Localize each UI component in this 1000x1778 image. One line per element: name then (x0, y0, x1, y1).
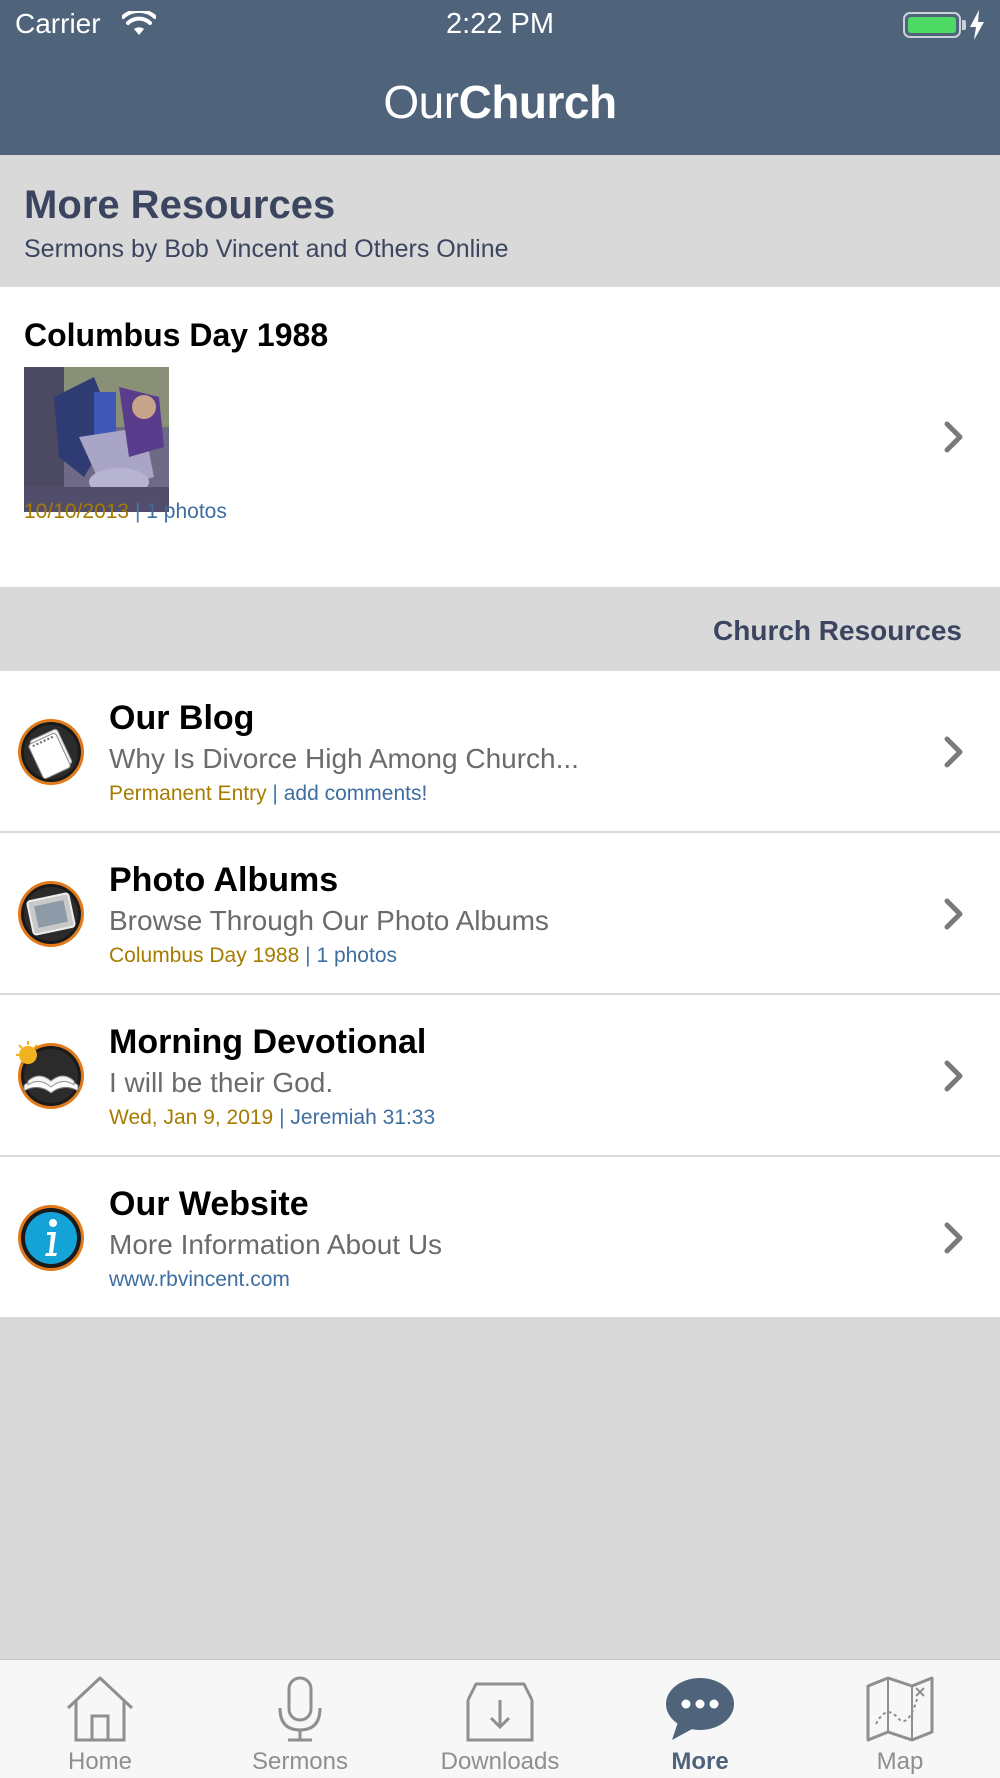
microphone-icon (278, 1676, 322, 1742)
tab-sermons[interactable]: Sermons (200, 1660, 400, 1778)
row-meta-right[interactable]: add comments! (284, 782, 428, 805)
row-title: Our Blog (109, 699, 255, 737)
row-title: Photo Albums (109, 861, 339, 899)
chevron-right-icon (944, 736, 963, 768)
meta-separator: | (305, 944, 311, 967)
row-title: Our Website (109, 1185, 309, 1223)
row-meta-left: Permanent Entry (109, 782, 267, 805)
list-item-photo-albums[interactable]: Photo Albums Browse Through Our Photo Al… (0, 833, 1000, 995)
meta-separator: | (272, 782, 278, 805)
logo-text-bold: Church (458, 76, 618, 128)
list-item-our-blog[interactable]: Our Blog Why Is Divorce High Among Churc… (0, 671, 1000, 833)
featured-album-count[interactable]: 1 photos (146, 500, 227, 523)
row-meta-left: Columbus Day 1988 (109, 944, 300, 967)
section-header: Church Resources (0, 587, 1000, 671)
battery-tip (962, 20, 966, 30)
featured-album-date: 10/10/2013 (24, 500, 130, 523)
logo-text-light: Our (383, 76, 459, 128)
tab-bar: Home Sermons Downloads More Map (0, 1659, 1000, 1778)
tab-map[interactable]: Map (800, 1660, 1000, 1778)
battery-icon (903, 12, 961, 38)
tab-downloads[interactable]: Downloads (400, 1660, 600, 1778)
charging-bolt-icon (970, 10, 984, 40)
tab-label: Sermons (251, 1748, 349, 1775)
chevron-right-icon (944, 1060, 963, 1092)
tab-home[interactable]: Home (0, 1660, 200, 1778)
tab-more[interactable]: More (600, 1660, 800, 1778)
page-subtitle: Sermons by Bob Vincent and Others Online (24, 235, 509, 263)
status-bar: Carrier 2:22 PM (0, 0, 1000, 52)
chevron-right-icon (944, 421, 963, 453)
row-meta-left: Wed, Jan 9, 2019 (109, 1106, 274, 1129)
info-icon (18, 1205, 84, 1271)
row-meta-right[interactable]: 1 photos (316, 944, 397, 967)
section-title: Church Resources (713, 615, 962, 646)
tab-label: Home (67, 1748, 133, 1775)
tab-label: Downloads (440, 1748, 560, 1775)
row-subtitle: Why Is Divorce High Among Church... (109, 743, 579, 774)
row-meta: www.rbvincent.com (109, 1268, 290, 1292)
row-meta: Permanent Entry | add comments! (109, 782, 427, 806)
open-bible-sun-icon (16, 1041, 84, 1109)
chevron-right-icon (944, 898, 963, 930)
row-subtitle: I will be their God. (109, 1067, 334, 1098)
navigation-bar: Carrier 2:22 PM OurChurch (0, 0, 1000, 155)
album-thumbnail (24, 367, 169, 512)
chevron-right-icon (944, 1222, 963, 1254)
row-subtitle: More Information About Us (109, 1229, 443, 1260)
website-link[interactable]: www.rbvincent.com (109, 1268, 290, 1291)
featured-album-meta: 10/10/2013 | 1 photos (24, 500, 227, 524)
page-header: More Resources Sermons by Bob Vincent an… (0, 155, 1000, 287)
status-time: 2:22 PM (446, 8, 554, 40)
row-meta-right[interactable]: Jeremiah 31:33 (290, 1106, 435, 1129)
tab-label: Map (876, 1748, 924, 1775)
download-tray-icon (466, 1682, 534, 1742)
map-icon (866, 1676, 934, 1742)
app-logo: OurChurch (0, 75, 1000, 129)
tab-label: More (671, 1748, 729, 1775)
list-item-morning-devotional[interactable]: Morning Devotional I will be their God. … (0, 995, 1000, 1157)
row-meta: Wed, Jan 9, 2019 | Jeremiah 31:33 (109, 1106, 435, 1130)
meta-separator: | (279, 1106, 285, 1129)
row-title: Morning Devotional (109, 1023, 427, 1061)
featured-album-title: Columbus Day 1988 (24, 317, 329, 353)
chat-bubble-icon (666, 1678, 734, 1740)
home-icon (66, 1676, 134, 1742)
photo-frame-icon (18, 881, 84, 947)
notepad-icon (18, 719, 84, 785)
featured-album-card[interactable]: Columbus Day 1988 10/10/2013 | 1 photos (0, 287, 1000, 587)
row-subtitle: Browse Through Our Photo Albums (109, 905, 549, 936)
row-meta: Columbus Day 1988 | 1 photos (109, 944, 397, 968)
list-item-our-website[interactable]: Our Website More Information About Us ww… (0, 1157, 1000, 1317)
page-title: More Resources (24, 183, 336, 227)
meta-separator: | (134, 500, 141, 523)
